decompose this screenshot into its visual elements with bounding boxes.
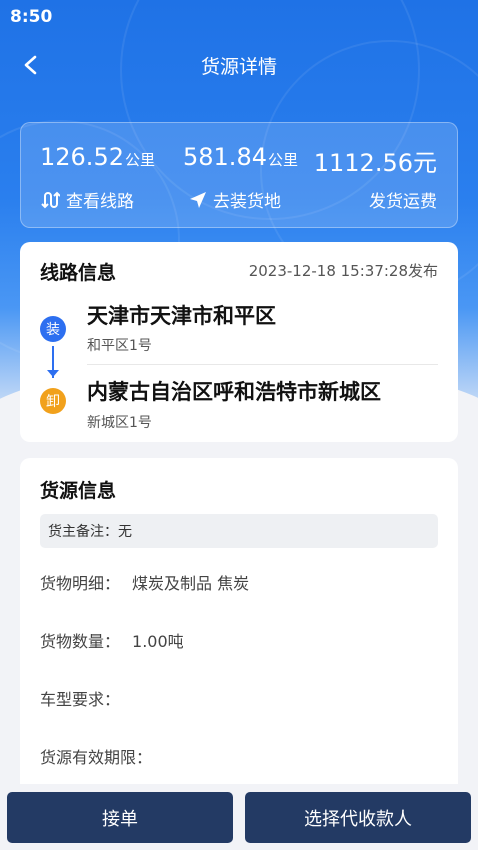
bottom-action-bar: 接单 选择代收款人 (0, 784, 478, 850)
route-info-card: 线路信息 2023-12-18 15:37:28发布 装 卸 天津市天津市和平区… (20, 242, 458, 442)
arrow-down-icon (47, 370, 59, 377)
publish-time: 2023-12-18 15:37:28发布 (248, 262, 438, 280)
view-route-button[interactable]: 查看线路 (40, 187, 134, 212)
accept-order-button[interactable]: 接单 (7, 792, 233, 843)
load-city: 天津市天津市和平区 (87, 304, 276, 328)
cargo-quantity-field: 货物数量： 1.00吨 (40, 632, 184, 651)
back-button[interactable] (14, 48, 48, 82)
nav-bar: 货源详情 (0, 40, 478, 90)
vehicle-type-field: 车型要求： (40, 690, 121, 709)
cargo-detail-field: 货物明细： 煤炭及制品 焦炭 (40, 574, 250, 593)
owner-note: 货主备注： 无 (40, 514, 438, 548)
choose-payee-button[interactable]: 选择代收款人 (245, 792, 471, 843)
go-loading-button[interactable]: 去装货地 (189, 187, 281, 212)
status-time: 8:50 (10, 7, 53, 27)
unload-badge: 卸 (40, 388, 66, 414)
unload-city: 内蒙古自治区呼和浩特市新城区 (87, 380, 381, 404)
unload-address: 新城区1号 (87, 415, 152, 431)
cargo-info-card: 货源信息 货主备注： 无 货物明细： 煤炭及制品 焦炭 货物数量： 1.00吨 … (20, 458, 458, 798)
route-icon (41, 191, 60, 208)
route-info-title: 线路信息 (40, 262, 117, 284)
freight-summary: 126.52公里 581.84公里 1112.56元 查看线路 去装货地 发货运… (20, 122, 458, 228)
validity-period-field: 货源有效期限： (40, 748, 153, 767)
distance-1: 126.52公里 (40, 143, 155, 171)
freight-amount: 1112.56元 (313, 149, 437, 177)
cargo-info-title: 货源信息 (40, 480, 117, 502)
page-title: 货源详情 (200, 55, 277, 78)
load-address: 和平区1号 (87, 338, 152, 354)
navigation-arrow-icon (190, 191, 206, 208)
distance-2: 581.84公里 (183, 143, 298, 171)
chevron-left-icon (24, 55, 37, 75)
status-bar: 8:50 (0, 0, 478, 34)
route-divider (87, 364, 438, 365)
freight-label: 发货运费 (369, 192, 437, 212)
load-badge: 装 (40, 316, 66, 342)
